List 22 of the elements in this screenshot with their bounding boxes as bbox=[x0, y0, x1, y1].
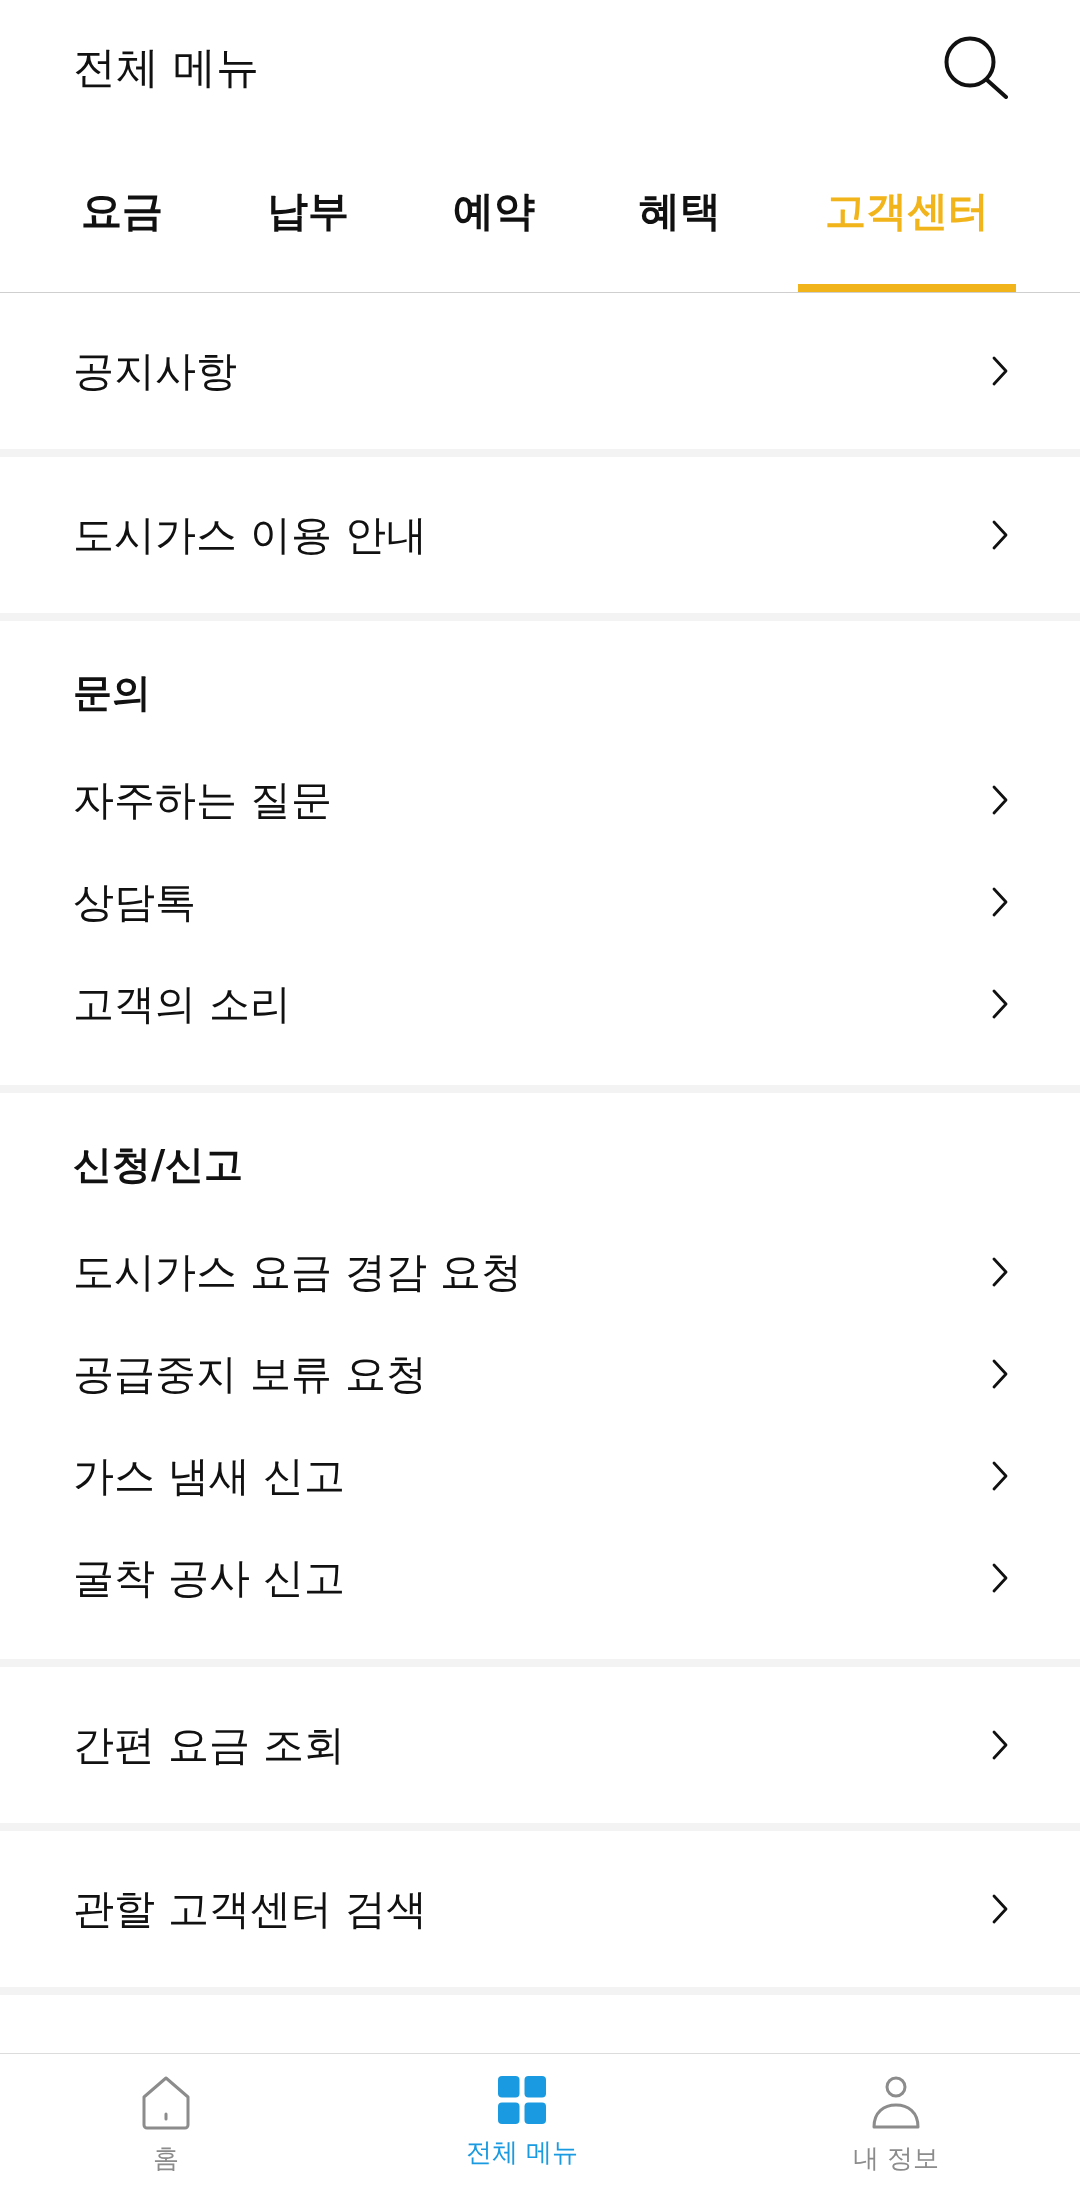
section-title: 신청/신고 bbox=[73, 1141, 244, 1189]
grid-icon bbox=[498, 2076, 546, 2124]
chevron-right-icon bbox=[992, 989, 1008, 1019]
chevron-right-icon bbox=[992, 356, 1008, 386]
category-tab[interactable]: 요금 bbox=[54, 186, 190, 292]
chevron-right-icon bbox=[992, 1730, 1008, 1760]
chevron-right-icon bbox=[992, 1359, 1008, 1389]
chevron-right-icon bbox=[992, 1894, 1008, 1924]
page-title: 전체 메뉴 bbox=[73, 41, 259, 94]
chevron-right-icon bbox=[992, 887, 1008, 917]
chevron-right-icon bbox=[992, 1461, 1008, 1491]
search-icon[interactable] bbox=[944, 35, 1008, 99]
chevron-right-icon bbox=[992, 1257, 1008, 1287]
chevron-right-icon bbox=[992, 1563, 1008, 1593]
chevron-right-icon bbox=[992, 785, 1008, 815]
chevron-right-icon bbox=[992, 520, 1008, 550]
category-tab[interactable]: 혜택 bbox=[612, 186, 748, 292]
category-tab[interactable]: 예약 bbox=[426, 186, 562, 292]
person-icon bbox=[871, 2076, 921, 2130]
category-tab[interactable]: 납부 bbox=[240, 186, 376, 292]
home-icon bbox=[140, 2076, 192, 2130]
section-title: 문의 bbox=[73, 669, 151, 717]
